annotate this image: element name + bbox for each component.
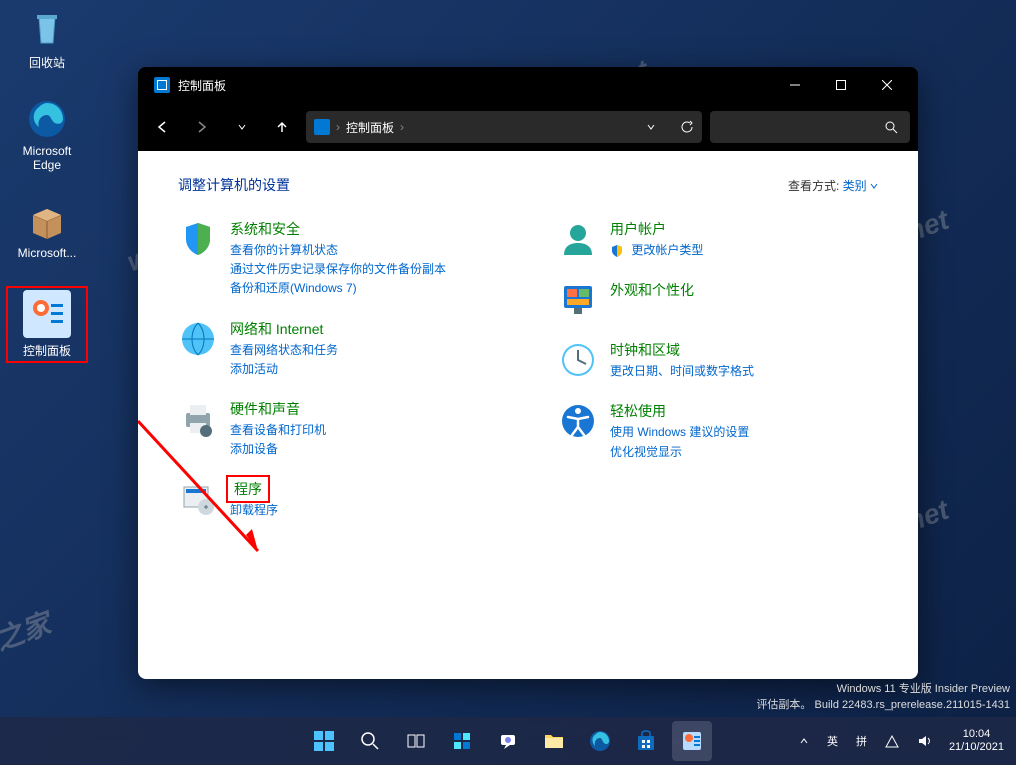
address-bar[interactable]: › 控制面板 › xyxy=(306,111,702,143)
back-button[interactable] xyxy=(146,111,178,143)
recent-dropdown-button[interactable] xyxy=(226,111,258,143)
chevron-down-icon xyxy=(870,182,878,190)
clock[interactable]: 10:04 21/10/2021 xyxy=(945,726,1008,756)
desktop-icon-label: Microsoft... xyxy=(18,246,77,260)
refresh-icon[interactable] xyxy=(680,120,694,134)
category-link[interactable]: 查看网络状态和任务 xyxy=(230,341,338,360)
category-link[interactable]: 添加活动 xyxy=(230,360,338,379)
search-input[interactable] xyxy=(710,111,910,143)
chevron-down-icon[interactable] xyxy=(646,122,656,132)
category-link[interactable]: 更改日期、时间或数字格式 xyxy=(610,362,754,381)
user-icon xyxy=(558,219,598,259)
edge-taskbar-button[interactable] xyxy=(580,721,620,761)
desktop-icon-control-panel[interactable]: 控制面板 xyxy=(10,290,84,359)
titlebar[interactable]: 控制面板 xyxy=(138,67,918,103)
category-network: 网络和 Internet 查看网络状态和任务 添加活动 xyxy=(178,319,498,379)
ime-mode[interactable]: 拼 xyxy=(852,731,871,751)
desktop-icon-edge[interactable]: Microsoft Edge xyxy=(10,98,84,172)
printer-icon xyxy=(178,399,218,439)
category-link[interactable]: 使用 Windows 建议的设置 xyxy=(610,423,749,442)
watermark-text: 系统之家 xyxy=(0,602,55,678)
accessibility-icon xyxy=(558,401,598,441)
tray-overflow-button[interactable] xyxy=(795,734,813,748)
category-clock-region: 时钟和区域 更改日期、时间或数字格式 xyxy=(558,340,878,381)
taskbar: 英 拼 10:04 21/10/2021 xyxy=(0,717,1016,765)
globe-icon xyxy=(178,319,218,359)
content-area: 调整计算机的设置 查看方式: 类别 系统和安全 查看你的计算机状态 通过文件历史… xyxy=(138,151,918,679)
search-button[interactable] xyxy=(350,721,390,761)
category-title[interactable]: 轻松使用 xyxy=(610,401,749,421)
control-panel-title-icon xyxy=(154,77,170,93)
search-icon xyxy=(884,120,898,134)
minimize-button[interactable] xyxy=(772,67,818,103)
system-info: Windows 11 专业版 Insider Preview 评估副本。 Bui… xyxy=(756,682,1010,713)
category-appearance: 外观和个性化 xyxy=(558,280,878,320)
view-mode-selector[interactable]: 查看方式: 类别 xyxy=(788,177,878,194)
ime-indicator[interactable]: 英 xyxy=(823,731,842,751)
address-bar-icon xyxy=(314,119,330,135)
programs-icon xyxy=(178,479,218,519)
category-title[interactable]: 硬件和声音 xyxy=(230,399,326,419)
breadcrumb[interactable]: 控制面板 xyxy=(346,119,394,136)
category-title[interactable]: 用户帐户 xyxy=(610,219,703,239)
task-view-button[interactable] xyxy=(396,721,436,761)
category-link[interactable]: 添加设备 xyxy=(230,440,326,459)
up-button[interactable] xyxy=(266,111,298,143)
maximize-button[interactable] xyxy=(818,67,864,103)
category-link[interactable]: 更改帐户类型 xyxy=(610,241,703,260)
control-panel-taskbar-button[interactable] xyxy=(672,721,712,761)
start-button[interactable] xyxy=(304,721,344,761)
recycle-bin-icon xyxy=(26,8,68,50)
volume-icon[interactable] xyxy=(913,732,935,750)
package-icon xyxy=(26,200,68,242)
chat-button[interactable] xyxy=(488,721,528,761)
categories-right-column: 用户帐户 更改帐户类型 外观和个性化 xyxy=(558,219,878,541)
store-taskbar-button[interactable] xyxy=(626,721,666,761)
widgets-button[interactable] xyxy=(442,721,482,761)
category-programs: 程序 卸载程序 xyxy=(178,479,498,520)
desktop-icon-label: Microsoft Edge xyxy=(23,144,72,172)
category-link[interactable]: 卸载程序 xyxy=(230,501,278,520)
network-icon[interactable] xyxy=(881,732,903,750)
category-title[interactable]: 时钟和区域 xyxy=(610,340,754,360)
desktop-icon-recycle-bin[interactable]: 回收站 xyxy=(10,8,84,71)
desktop-icon-store[interactable]: Microsoft... xyxy=(10,200,84,260)
category-link[interactable]: 优化视觉显示 xyxy=(610,443,749,462)
category-link[interactable]: 通过文件历史记录保存你的文件备份副本 xyxy=(230,260,446,279)
navbar: › 控制面板 › xyxy=(138,103,918,151)
close-button[interactable] xyxy=(864,67,910,103)
category-link[interactable]: 备份和还原(Windows 7) xyxy=(230,279,446,298)
categories-left-column: 系统和安全 查看你的计算机状态 通过文件历史记录保存你的文件备份副本 备份和还原… xyxy=(178,219,498,541)
desktop-icon-label: 回收站 xyxy=(29,56,65,70)
category-title[interactable]: 外观和个性化 xyxy=(610,280,694,300)
file-explorer-button[interactable] xyxy=(534,721,574,761)
desktop-icon-label: 控制面板 xyxy=(23,344,71,358)
category-system-security: 系统和安全 查看你的计算机状态 通过文件历史记录保存你的文件备份副本 备份和还原… xyxy=(178,219,498,299)
category-ease-of-access: 轻松使用 使用 Windows 建议的设置 优化视觉显示 xyxy=(558,401,878,461)
shield-icon xyxy=(178,219,218,259)
category-title[interactable]: 系统和安全 xyxy=(230,219,446,239)
control-panel-icon xyxy=(23,290,71,338)
edge-icon xyxy=(26,98,68,140)
page-title: 调整计算机的设置 xyxy=(178,175,290,195)
category-hardware: 硬件和声音 查看设备和打印机 添加设备 xyxy=(178,399,498,459)
shield-badge-icon xyxy=(610,244,624,258)
category-link[interactable]: 查看你的计算机状态 xyxy=(230,241,446,260)
clock-icon xyxy=(558,340,598,380)
personalize-icon xyxy=(558,280,598,320)
forward-button[interactable] xyxy=(186,111,218,143)
category-user-accounts: 用户帐户 更改帐户类型 xyxy=(558,219,878,260)
category-title[interactable]: 网络和 Internet xyxy=(230,319,338,339)
category-title[interactable]: 程序 xyxy=(230,479,266,499)
category-link[interactable]: 查看设备和打印机 xyxy=(230,421,326,440)
window-title: 控制面板 xyxy=(178,77,772,94)
control-panel-window: 控制面板 › 控制面板 › 调整计算机的设置 查看方式: xyxy=(138,67,918,679)
